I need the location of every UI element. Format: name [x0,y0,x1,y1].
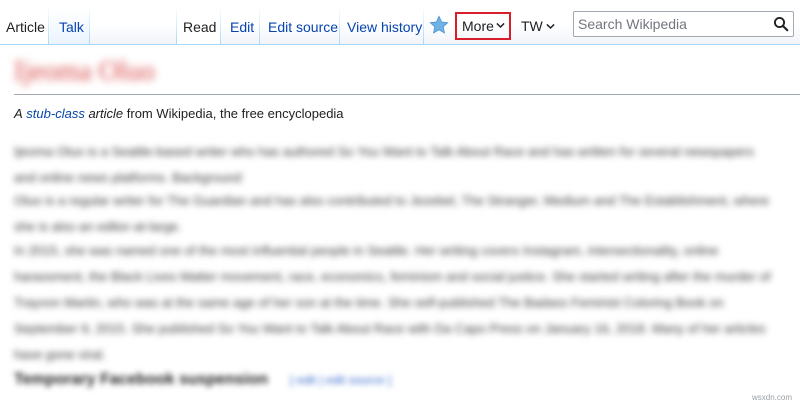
tab-talk[interactable]: Talk [50,7,90,45]
tab-view-history[interactable]: View history [340,7,424,45]
star-icon[interactable] [428,14,450,36]
search-box [573,11,794,37]
tab-read[interactable]: Read [176,7,221,45]
tagline-a: A [14,106,23,121]
tab-edit-source[interactable]: Edit source [260,7,340,45]
tw-label: TW [521,18,543,34]
tab-edit[interactable]: Edit [222,7,260,45]
search-input[interactable] [574,12,764,36]
article-paragraph: Oluo is a regular writer for The Guardia… [14,193,770,234]
section-heading: Temporary Facebook suspension [14,371,268,388]
article-paragraph: In 2015, she was named one of the most i… [14,243,771,362]
stub-class-link[interactable]: stub-class [26,106,85,121]
section-edit-link[interactable]: [ edit | edit source ] [290,373,391,387]
tab-article[interactable]: Article [0,7,49,45]
tw-dropdown[interactable]: TW [518,12,562,40]
article-tagline: A stub-class article from Wikipedia, the… [14,106,344,121]
tagline-article: article [88,106,124,121]
tagline-rest: from Wikipedia, the free encyclopedia [126,106,344,121]
chevron-down-icon [496,22,505,29]
search-icon[interactable] [773,16,789,32]
chevron-down-icon [546,23,555,30]
watermark: wsxdn.com [751,393,792,402]
page-title: Ijeoma Oluo [14,56,155,87]
title-divider [14,94,800,95]
more-label: More [462,18,494,34]
more-dropdown[interactable]: More [455,12,511,40]
article-paragraph: Ijeoma Oluo is a Seattle-based writer wh… [14,144,754,185]
